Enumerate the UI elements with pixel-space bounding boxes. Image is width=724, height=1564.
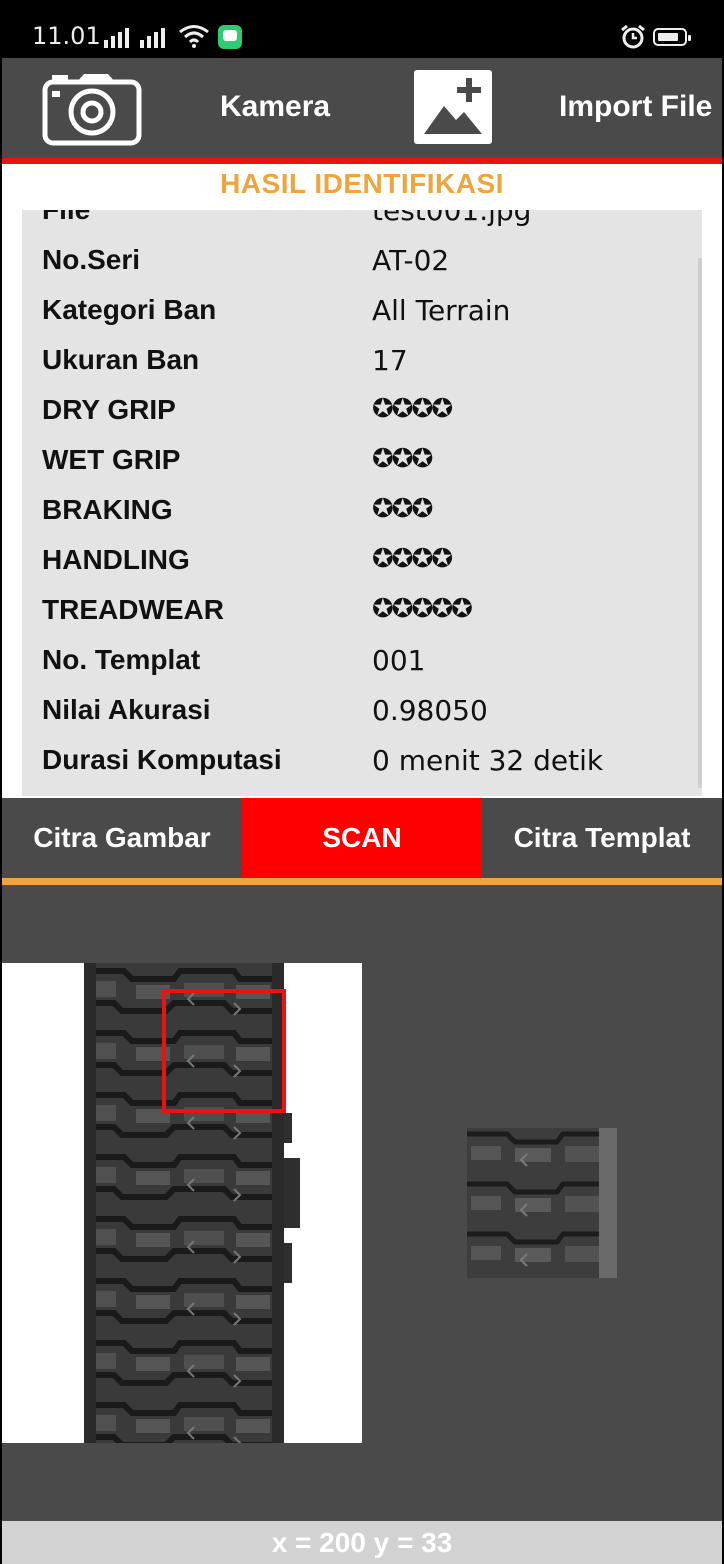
result-row-value: All Terrain bbox=[372, 294, 511, 327]
signal-icon-2 bbox=[140, 26, 165, 48]
result-row-value: 17 bbox=[372, 344, 408, 377]
add-image-icon bbox=[424, 78, 482, 134]
result-row-label: File bbox=[42, 210, 90, 226]
result-row-label: Durasi Komputasi bbox=[42, 744, 282, 775]
status-bar: 11.01 bbox=[2, 0, 722, 58]
result-row-value: AT-02 bbox=[372, 244, 450, 277]
result-panel[interactable]: File test001.jpg No.Seri AT-02 Kategori Ban A… bbox=[22, 210, 702, 796]
camera-icon[interactable] bbox=[42, 72, 142, 146]
result-row: TREADWEAR ✪✪✪✪✪ bbox=[22, 584, 702, 634]
toolbar-divider bbox=[2, 158, 722, 164]
image-area bbox=[2, 885, 722, 1521]
result-rows: File test001.jpg No.Seri AT-02 Kategori Ban A… bbox=[22, 210, 702, 784]
signal-icon bbox=[104, 26, 129, 48]
result-row-label: DRY GRIP bbox=[42, 394, 176, 425]
tab-citra-gambar[interactable]: Citra Gambar bbox=[2, 798, 242, 878]
result-title: HASIL IDENTIFIKASI bbox=[220, 168, 504, 199]
result-row: HANDLING ✪✪✪✪ bbox=[22, 534, 702, 584]
result-row-value: ✪✪✪✪✪ bbox=[372, 594, 473, 624]
result-row-value: ✪✪✪ bbox=[372, 444, 433, 474]
result-row-value: ✪✪✪✪ bbox=[372, 544, 453, 574]
status-time: 11.01 bbox=[32, 22, 101, 50]
result-row-value: ✪✪✪ bbox=[372, 494, 433, 524]
result-row-label: WET GRIP bbox=[42, 444, 181, 475]
result-row-label: HANDLING bbox=[42, 544, 190, 575]
result-row: DRY GRIP ✪✪✪✪ bbox=[22, 384, 702, 434]
result-row: Kategori Ban All Terrain bbox=[22, 284, 702, 334]
result-row-value: ✪✪✪✪ bbox=[372, 394, 453, 424]
import-file-button-icon[interactable] bbox=[414, 70, 492, 144]
toolbar: Kamera Import File bbox=[2, 58, 722, 158]
result-row-label: Kategori Ban bbox=[42, 294, 217, 325]
result-row: File test001.jpg bbox=[22, 210, 702, 234]
result-row-value: 0.98050 bbox=[372, 694, 488, 727]
tire-tread-image bbox=[84, 963, 300, 1443]
result-row: Nilai Akurasi 0.98050 bbox=[22, 684, 702, 734]
tab-bar: Citra Gambar SCAN Citra Templat bbox=[2, 798, 722, 878]
app-screen: 11.01 Kamera Import File HASIL IDENTIFIK… bbox=[2, 0, 722, 1564]
tire-image[interactable] bbox=[2, 963, 362, 1443]
result-row-value: 001 bbox=[372, 644, 426, 677]
result-row: BRAKING ✪✪✪ bbox=[22, 484, 702, 534]
result-row-label: No. Templat bbox=[42, 644, 201, 675]
result-row: No.Seri AT-02 bbox=[22, 234, 702, 284]
template-tread-image bbox=[467, 1128, 617, 1278]
alarm-icon bbox=[621, 24, 645, 49]
tab-citra-templat[interactable]: Citra Templat bbox=[482, 798, 722, 878]
result-row: No. Templat 001 bbox=[22, 634, 702, 684]
result-row-label: BRAKING bbox=[42, 494, 173, 525]
scan-button[interactable]: SCAN bbox=[242, 798, 482, 878]
tab-underline bbox=[2, 878, 722, 885]
result-row: Durasi Komputasi 0 menit 32 detik bbox=[22, 734, 702, 784]
result-row-label: TREADWEAR bbox=[42, 594, 224, 625]
message-notification-icon bbox=[218, 25, 242, 49]
result-row-label: Ukuran Ban bbox=[42, 344, 200, 375]
result-row: Ukuran Ban 17 bbox=[22, 334, 702, 384]
coordinate-readout: x = 200 y = 33 bbox=[2, 1521, 722, 1564]
template-image[interactable] bbox=[467, 1128, 617, 1278]
result-row: WET GRIP ✪✪✪ bbox=[22, 434, 702, 484]
battery-icon bbox=[653, 28, 691, 46]
result-row-label: No.Seri bbox=[42, 244, 141, 275]
result-row-value: test001.jpg bbox=[372, 210, 532, 227]
import-file-button[interactable]: Import File bbox=[559, 90, 712, 124]
wifi-icon bbox=[179, 25, 209, 48]
scrollbar[interactable] bbox=[698, 258, 702, 788]
camera-button[interactable]: Kamera bbox=[220, 90, 330, 124]
result-row-value: 0 menit 32 detik bbox=[372, 744, 604, 777]
result-row-label: Nilai Akurasi bbox=[42, 694, 211, 725]
